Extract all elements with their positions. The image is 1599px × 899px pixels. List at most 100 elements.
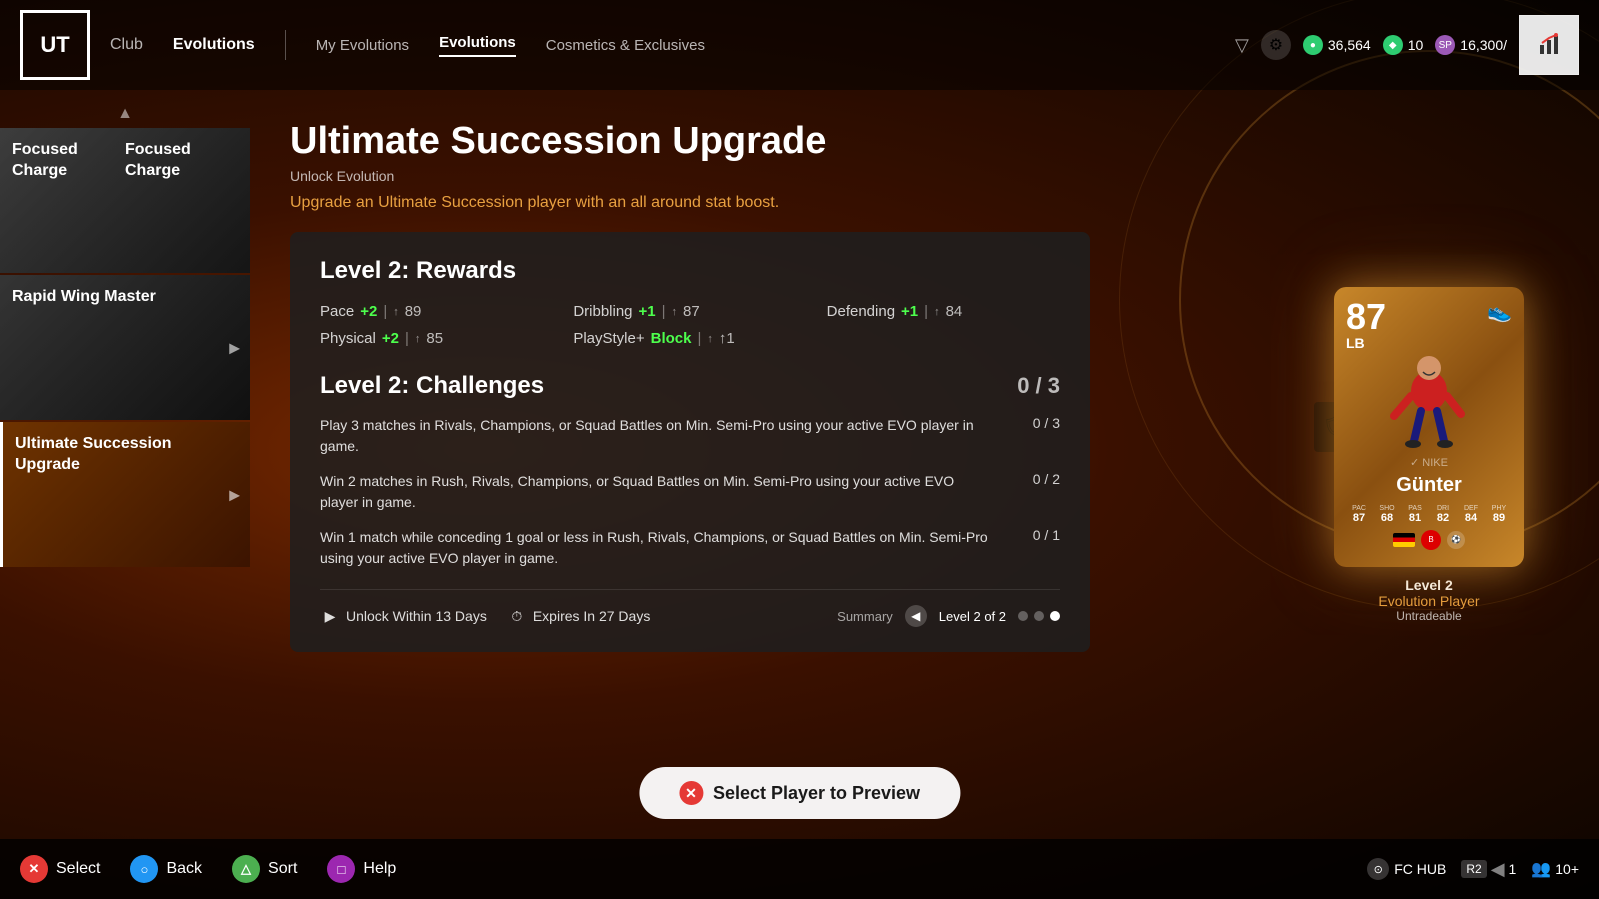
defending-sep: | (924, 303, 928, 320)
pace-sep: | (383, 303, 387, 320)
pace-val: 89 (405, 303, 422, 320)
nav-links: Club Evolutions My Evolutions Evolutions… (110, 30, 1235, 60)
sho-label: SHO (1374, 505, 1400, 512)
nav-evolutions-tab[interactable]: Evolutions (439, 34, 516, 57)
currency-coins: ● 36,564 (1303, 35, 1371, 55)
r2-value: 1 (1509, 861, 1517, 877)
rewards-panel: Level 2: Rewards Pace +2 | ↑ 89 Dribblin… (290, 232, 1090, 652)
card-stat-pas: PAS 81 (1402, 505, 1428, 524)
chart-icon (1537, 33, 1561, 57)
bottom-action-back[interactable]: ○ Back (130, 855, 202, 883)
dribbling-icon: ↑ (672, 306, 678, 318)
phy-label: PHY (1486, 505, 1512, 512)
bottom-bar: ✕ Select ○ Back △ Sort □ Help ⊙ FC HUB R… (0, 839, 1599, 899)
card-position: LB (1346, 335, 1512, 351)
physical-sep: | (405, 330, 409, 347)
settings-icon[interactable]: ⚙ (1261, 30, 1291, 60)
sidebar-arrow-3: ▶ (229, 486, 240, 503)
unlock-icon: ▶ (320, 606, 340, 626)
sidebar-item-focused-charge[interactable]: Focused Charge Focused Charge (0, 128, 250, 273)
card-stat-pac: PAC 87 (1346, 505, 1372, 524)
kit-brand: ✓ NIKE (1346, 456, 1512, 469)
challenge-row-2: Win 2 matches in Rush, Rivals, Champions… (320, 471, 1060, 513)
help-label: Help (363, 860, 396, 878)
square-button-icon: □ (327, 855, 355, 883)
dribbling-plus: +1 (639, 303, 656, 320)
physical-label: Physical (320, 330, 376, 347)
top-nav: UT Club Evolutions My Evolutions Evoluti… (0, 0, 1599, 90)
sidebar-item-rapid-wing[interactable]: Rapid Wing Master ▶ (0, 275, 250, 420)
challenge-2-progress: 0 / 2 (1010, 471, 1060, 487)
playstyle-icon: ↑ (707, 333, 713, 345)
fc-hub: ⊙ FC HUB (1367, 858, 1446, 880)
sidebar-scroll-up[interactable]: ▲ (0, 100, 250, 128)
defending-val: 84 (946, 303, 963, 320)
currency-points: ◆ 10 (1383, 35, 1424, 55)
expires-badge: ⏱ Expires In 27 Days (507, 606, 651, 626)
unlock-badge: ▶ Unlock Within 13 Days (320, 606, 487, 626)
card-evo-label: Evolution Player (1378, 593, 1479, 609)
defending-plus: +1 (901, 303, 918, 320)
sidebar-item-ultimate-succession[interactable]: Ultimate Succession Upgrade ▶ (0, 422, 250, 567)
bottom-action-sort[interactable]: △ Sort (232, 855, 297, 883)
dri-val: 82 (1430, 512, 1456, 524)
challenges-title-text: Level 2: Challenges (320, 372, 544, 400)
physical-plus: +2 (382, 330, 399, 347)
player-card: 87 LB 👟 (1334, 287, 1524, 567)
dribbling-label: Dribbling (573, 303, 632, 320)
sidebar-item-label-1: Focused Charge (12, 140, 125, 182)
challenge-1-progress: 0 / 3 (1010, 415, 1060, 431)
x-icon: ✕ (679, 781, 703, 805)
active-icon-button[interactable] (1519, 15, 1579, 75)
r2-badge: R2 (1461, 860, 1486, 878)
bottom-action-select[interactable]: ✕ Select (20, 855, 100, 883)
bottom-action-help[interactable]: □ Help (327, 855, 396, 883)
reward-physical: Physical +2 | ↑ 85 (320, 330, 553, 347)
def-val: 84 (1458, 512, 1484, 524)
level-nav-prev[interactable]: ◀ (905, 605, 927, 627)
bottom-right: ⊙ FC HUB R2 ◀ 1 👥 10+ (1367, 858, 1579, 880)
pas-val: 81 (1402, 512, 1428, 524)
rewards-title: Level 2: Rewards (320, 257, 1060, 285)
flag-germany (1393, 533, 1415, 547)
pac-val: 87 (1346, 512, 1372, 524)
challenge-2-text: Win 2 matches in Rush, Rivals, Champions… (320, 471, 990, 513)
dot-3 (1050, 611, 1060, 621)
points-icon: ◆ (1383, 35, 1403, 55)
defending-icon: ↑ (934, 306, 940, 318)
pace-plus: +2 (360, 303, 377, 320)
playstyle-label: PlayStyle+ (573, 330, 644, 347)
players-label: 10+ (1555, 861, 1579, 877)
reward-pace: Pace +2 | ↑ 89 (320, 303, 553, 320)
card-stat-phy: PHY 89 (1486, 505, 1512, 524)
sidebar: ▲ Focused Charge Focused Charge Rapid Wi… (0, 90, 250, 839)
filter-icon[interactable]: ▽ (1235, 35, 1249, 56)
unlock-days-text: Unlock Within 13 Days (346, 608, 487, 624)
sidebar-item-label-3: Ultimate Succession Upgrade (15, 434, 238, 476)
nav-cosmetics[interactable]: Cosmetics & Exclusives (546, 37, 705, 54)
nav-evolutions[interactable]: Evolutions (173, 36, 255, 54)
rewards-grid: Pace +2 | ↑ 89 Dribbling +1 | ↑ 87 Defen… (320, 303, 1060, 347)
points-value: 10 (1408, 37, 1424, 53)
card-stat-def: DEF 84 (1458, 505, 1484, 524)
defending-label: Defending (827, 303, 895, 320)
boot-icon: 👟 (1487, 299, 1512, 324)
sidebar-arrow-2: ▶ (229, 339, 240, 356)
def-label: DEF (1458, 505, 1484, 512)
nav-divider (285, 30, 286, 60)
level-indicator: Level 2 of 2 (939, 609, 1006, 624)
pace-icon: ↑ (393, 306, 399, 318)
challenge-count: 0 / 3 (1017, 373, 1060, 399)
challenge-3-progress: 0 / 1 (1010, 527, 1060, 543)
sidebar-item-label-2: Rapid Wing Master (12, 287, 156, 308)
player-card-area: 🛡 87 LB 👟 (1289, 90, 1569, 819)
nav-my-evolutions[interactable]: My Evolutions (316, 37, 409, 54)
dot-2 (1034, 611, 1044, 621)
select-label: Select (56, 860, 100, 878)
select-player-button[interactable]: ✕ Select Player to Preview (639, 767, 960, 819)
footer-info: ▶ Unlock Within 13 Days ⏱ Expires In 27 … (320, 589, 1060, 627)
r2-indicator: R2 ◀ 1 (1461, 859, 1516, 880)
triangle-button-icon: △ (232, 855, 260, 883)
card-stat-dri: DRI 82 (1430, 505, 1456, 524)
nav-club[interactable]: Club (110, 36, 143, 54)
